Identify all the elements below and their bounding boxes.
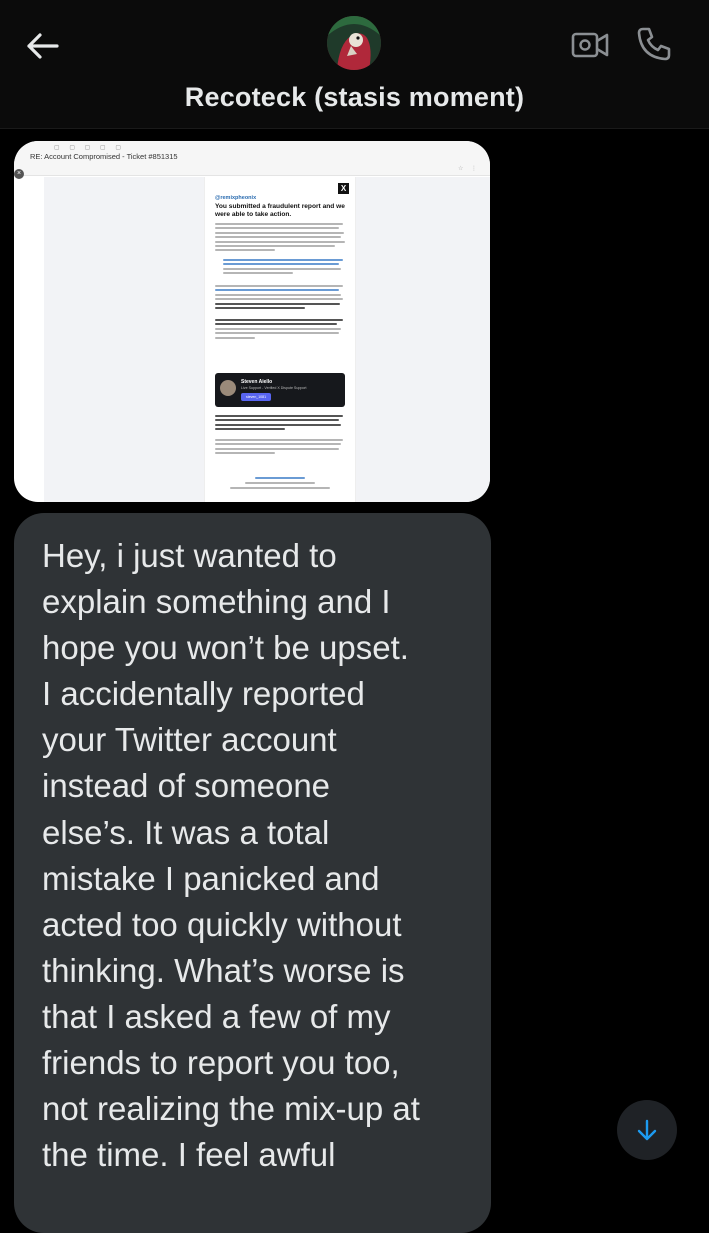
email-topbar: ▢ ▢ ▢ ▢ ▢ RE: Account Compromised - Tick… (14, 141, 490, 176)
email-body: X @remixpheonix You submitted a fraudule… (204, 177, 356, 502)
email-paragraph-4 (215, 439, 345, 457)
email-star-icons: ☆ ⋮ (457, 166, 480, 172)
email-margin-right (354, 177, 490, 502)
email-footer (205, 477, 355, 489)
close-icon: × (14, 169, 24, 179)
support-contact-card: Steven Aiello Live Support - Verified X … (215, 373, 345, 407)
email-toolbar-icons: ▢ ▢ ▢ ▢ ▢ (54, 145, 126, 151)
email-paragraph-3 (215, 319, 345, 341)
video-camera-icon (571, 32, 609, 58)
phone-icon (637, 27, 671, 61)
arrow-left-icon (27, 33, 59, 59)
image-attachment[interactable]: ▢ ▢ ▢ ▢ ▢ RE: Account Compromised - Tick… (14, 141, 490, 502)
arrow-down-icon (637, 1119, 657, 1141)
email-paragraph-2 (215, 285, 345, 311)
video-call-button[interactable] (570, 26, 610, 64)
conversation-header: Recoteck (stasis moment) (0, 0, 709, 129)
email-subject: RE: Account Compromised - Ticket #851315 (30, 152, 178, 161)
support-name: Steven Aiello (241, 379, 273, 385)
message-text: Hey, i just wanted to explain something … (42, 537, 420, 1174)
support-discord-button: steven_1081 (241, 393, 271, 401)
back-button[interactable] (20, 26, 64, 66)
avatar[interactable] (327, 16, 381, 70)
support-avatar (220, 380, 236, 396)
x-logo-icon: X (338, 183, 349, 194)
email-handle: @remixpheonix (215, 195, 257, 201)
support-subtitle: Live Support - Verified X Dispute Suppor… (241, 386, 307, 390)
email-warning (215, 415, 345, 433)
email-heading: You submitted a fraudulent report and we… (215, 203, 345, 218)
scroll-to-bottom-button[interactable] (617, 1100, 677, 1160)
avatar-image (327, 16, 381, 70)
email-margin-left (44, 177, 204, 502)
message-bubble[interactable]: Hey, i just wanted to explain something … (14, 513, 491, 1233)
email-paragraph-1 (215, 223, 345, 254)
conversation-title[interactable]: Recoteck (stasis moment) (0, 82, 709, 113)
voice-call-button[interactable] (634, 24, 674, 64)
email-bullet (223, 259, 345, 277)
